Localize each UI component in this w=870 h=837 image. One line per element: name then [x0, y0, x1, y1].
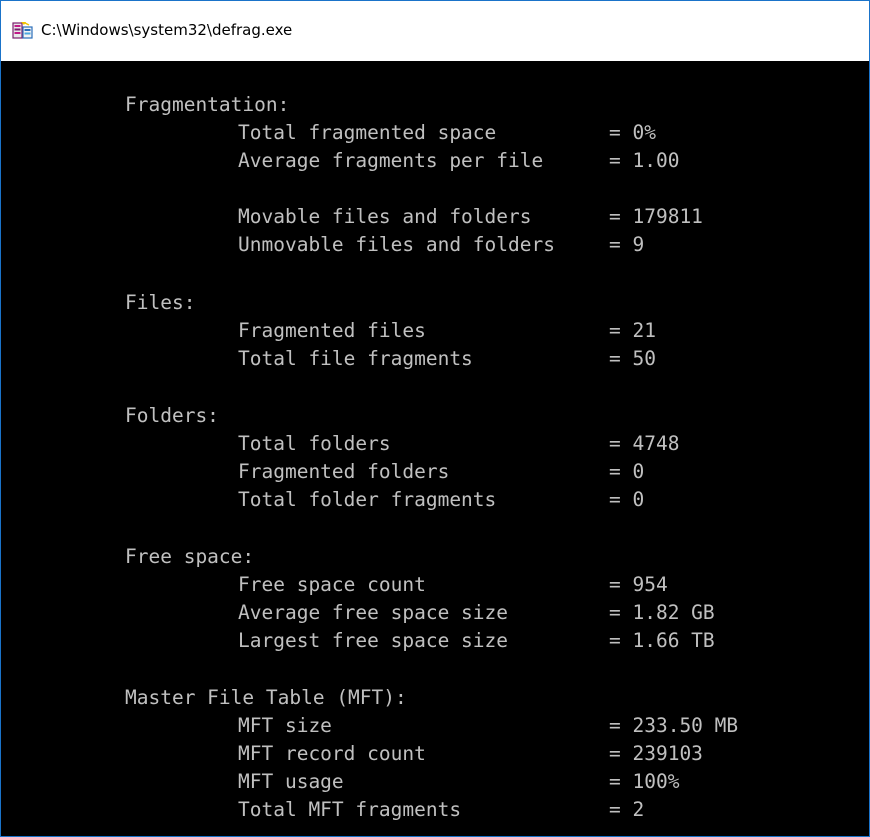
row-value: = 2 [609, 798, 645, 821]
row-label: Unmovable files and folders [238, 233, 555, 256]
row-value: = 1.82 GB [609, 601, 715, 624]
row-value: = 954 [609, 573, 668, 596]
row-value: = 0 [609, 488, 645, 511]
row-value: = 0% [609, 121, 656, 144]
section-header-folders: Folders: [125, 404, 219, 427]
defrag-console-window: C:\Windows\system32\defrag.exe Fragmenta… [0, 0, 870, 837]
row-value: = 9 [609, 233, 645, 256]
row-label: Total folders [238, 432, 391, 455]
row-label: Average fragments per file [238, 149, 544, 172]
section-header-free-space: Free space: [125, 545, 255, 568]
section-header-files: Files: [125, 291, 196, 314]
row-label: Total file fragments [238, 347, 473, 370]
row-label: Fragmented files [238, 319, 426, 342]
row-value: = 1.66 TB [609, 629, 715, 652]
row-label: MFT size [238, 714, 332, 737]
row-value: = 179811 [609, 205, 703, 228]
row-value: = 239103 [609, 742, 703, 765]
console-output[interactable]: Fragmentation: Total fragmented space = … [1, 61, 869, 836]
row-label: Largest free space size [238, 629, 509, 652]
row-label: Total folder fragments [238, 488, 497, 511]
row-value: = 233.50 MB [609, 714, 739, 737]
row-value: = 50 [609, 347, 656, 370]
section-header-mft: Master File Table (MFT): [125, 686, 407, 709]
row-label: MFT usage [238, 770, 344, 793]
row-label: Fragmented folders [238, 460, 450, 483]
window-title: C:\Windows\system32\defrag.exe [41, 21, 293, 39]
row-label: Average free space size [238, 601, 509, 624]
title-bar[interactable]: C:\Windows\system32\defrag.exe [1, 1, 869, 61]
row-value: = 100% [609, 770, 680, 793]
row-label: Total MFT fragments [238, 798, 462, 821]
section-header-fragmentation: Fragmentation: [125, 93, 290, 116]
row-value: = 4748 [609, 432, 680, 455]
row-value: = 21 [609, 319, 656, 342]
row-value: = 0 [609, 460, 645, 483]
row-label: MFT record count [238, 742, 426, 765]
defrag-icon [12, 21, 34, 41]
row-label: Movable files and folders [238, 205, 532, 228]
row-label: Free space count [238, 573, 426, 596]
row-label: Total fragmented space [238, 121, 497, 144]
row-value: = 1.00 [609, 149, 680, 172]
